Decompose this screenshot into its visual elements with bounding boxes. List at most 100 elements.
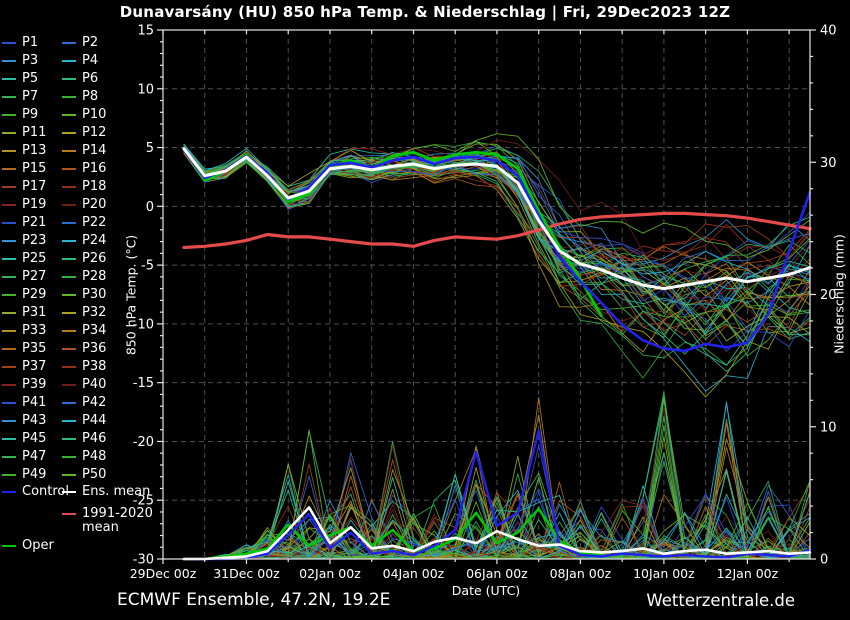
legend-item-P5: P5 xyxy=(2,71,38,86)
y-left-tick-label: 5 xyxy=(146,141,154,156)
member-line-swatch xyxy=(2,402,16,404)
x-tick-label: 10Jan 00z xyxy=(633,566,695,581)
legend-item-P43: P43 xyxy=(2,413,46,428)
legend-label: P28 xyxy=(82,269,106,284)
legend-label: P18 xyxy=(82,179,106,194)
legend-item-P20: P20 xyxy=(62,197,106,212)
legend-label: P37 xyxy=(22,359,46,374)
legend-item-P19: P19 xyxy=(2,197,46,212)
legend-item-P28: P28 xyxy=(62,269,106,284)
member-line-swatch xyxy=(2,150,16,152)
legend-label: P39 xyxy=(22,377,46,392)
member-line-swatch xyxy=(2,474,16,476)
legend-label: P6 xyxy=(82,71,98,86)
legend-item-P35: P35 xyxy=(2,341,46,356)
member-line-swatch xyxy=(2,294,16,296)
legend-item-clim-mean: 1991-2020 mean xyxy=(62,507,153,535)
y-right-tick-label: 30 xyxy=(820,156,837,171)
member-line-swatch xyxy=(62,384,76,386)
legend-label: P31 xyxy=(22,305,46,320)
legend-item-P25: P25 xyxy=(2,251,46,266)
member-line-swatch xyxy=(2,330,16,332)
legend-item-P16: P16 xyxy=(62,161,106,176)
legend-label: P8 xyxy=(82,89,98,104)
member-line-swatch xyxy=(62,132,76,134)
y-right-tick-label: 0 xyxy=(820,553,828,568)
legend-label: P32 xyxy=(82,305,106,320)
legend-label: P2 xyxy=(82,35,98,50)
member-line-swatch xyxy=(62,276,76,278)
legend-label: P24 xyxy=(82,233,106,248)
legend-label: P17 xyxy=(22,179,46,194)
legend-item-P47: P47 xyxy=(2,449,46,464)
legend-item-P30: P30 xyxy=(62,287,106,302)
legend-label: P10 xyxy=(82,107,106,122)
legend-label: P7 xyxy=(22,89,38,104)
legend-item-P50: P50 xyxy=(62,467,106,482)
legend-item-P29: P29 xyxy=(2,287,46,302)
legend-item-P33: P33 xyxy=(2,323,46,338)
legend-label: P40 xyxy=(82,377,106,392)
y-axis-left-label: 850 hPa Temp. (°C) xyxy=(124,235,139,355)
x-tick-label: 04Jan 00z xyxy=(383,566,445,581)
legend-item-P42: P42 xyxy=(62,395,106,410)
member-line-swatch xyxy=(62,294,76,296)
legend-item-P41: P41 xyxy=(2,395,46,410)
legend-label: P36 xyxy=(82,341,106,356)
member-line-swatch xyxy=(62,474,76,476)
member-line-swatch xyxy=(62,96,76,98)
legend-label: P5 xyxy=(22,71,38,86)
y-left-tick-label: -5 xyxy=(141,259,154,274)
legend-label-clim-mean: 1991-2020 mean xyxy=(82,507,153,535)
legend-item-P34: P34 xyxy=(62,323,106,338)
legend-label: P30 xyxy=(82,287,106,302)
legend-label: P45 xyxy=(22,431,46,446)
y-left-tick-label: 0 xyxy=(146,200,154,215)
legend-label: P19 xyxy=(22,197,46,212)
x-tick-label: 06Jan 00z xyxy=(466,566,528,581)
legend-label: P3 xyxy=(22,53,38,68)
member-line-swatch xyxy=(2,438,16,440)
member-line-swatch xyxy=(62,150,76,152)
legend-item-P36: P36 xyxy=(62,341,106,356)
legend-item-P3: P3 xyxy=(2,53,38,68)
member-line-swatch xyxy=(2,456,16,458)
member-line-swatch xyxy=(62,312,76,314)
legend-label: P42 xyxy=(82,395,106,410)
legend-label-oper: Oper xyxy=(22,538,54,553)
member-line-swatch xyxy=(2,78,16,80)
member-line-swatch xyxy=(62,114,76,116)
legend-item-P22: P22 xyxy=(62,215,106,230)
member-line-swatch xyxy=(62,78,76,80)
legend-label: P21 xyxy=(22,215,46,230)
legend-item-P7: P7 xyxy=(2,89,38,104)
legend-item-P38: P38 xyxy=(62,359,106,374)
member-line-swatch xyxy=(2,312,16,314)
legend-item-P24: P24 xyxy=(62,233,106,248)
legend-item-P10: P10 xyxy=(62,107,106,122)
legend-item-P23: P23 xyxy=(2,233,46,248)
legend-item-P9: P9 xyxy=(2,107,38,122)
legend-item-P8: P8 xyxy=(62,89,98,104)
member-line-swatch xyxy=(2,204,16,206)
legend-label: P44 xyxy=(82,413,106,428)
footer-model-info: ECMWF Ensemble, 47.2N, 19.2E xyxy=(117,590,390,610)
legend-label: P47 xyxy=(22,449,46,464)
ens-mean-line-swatch xyxy=(62,491,76,493)
legend-label: P15 xyxy=(22,161,46,176)
member-line-swatch xyxy=(2,186,16,188)
legend-label: P33 xyxy=(22,323,46,338)
member-line-swatch xyxy=(62,348,76,350)
legend-item-P37: P37 xyxy=(2,359,46,374)
legend-label: P11 xyxy=(22,125,46,140)
legend-item-P1: P1 xyxy=(2,35,38,50)
member-line-swatch xyxy=(2,42,16,44)
legend-label: P29 xyxy=(22,287,46,302)
legend-item-P46: P46 xyxy=(62,431,106,446)
legend-item-P2: P2 xyxy=(62,35,98,50)
meteogram-page: Dunavarsány (HU) 850 hPa Temp. & Nieders… xyxy=(0,0,850,620)
legend-item-P32: P32 xyxy=(62,305,106,320)
legend-item-P21: P21 xyxy=(2,215,46,230)
member-line-swatch xyxy=(2,420,16,422)
legend-label-ens-mean: Ens. mean xyxy=(82,484,150,499)
